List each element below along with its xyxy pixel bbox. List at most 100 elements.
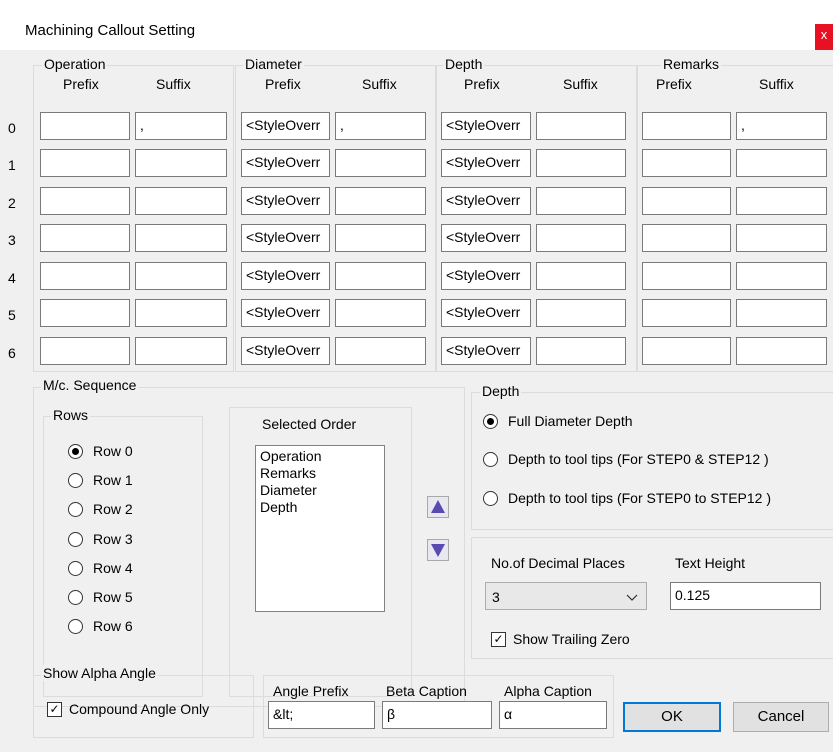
operation-prefix-input[interactable] bbox=[40, 337, 130, 365]
operation-prefix-input[interactable] bbox=[40, 224, 130, 252]
operation-prefix-input[interactable] bbox=[40, 149, 130, 177]
diameter-suffix-input[interactable] bbox=[335, 299, 426, 327]
row-6-radio[interactable] bbox=[68, 619, 83, 634]
row-1-radio[interactable] bbox=[68, 473, 83, 488]
depth-prefix-input[interactable]: <StyleOverr bbox=[441, 337, 531, 365]
row-0-radio[interactable] bbox=[68, 444, 83, 459]
remarks-suffix-input[interactable] bbox=[736, 187, 827, 215]
diameter-suffix-input[interactable] bbox=[335, 337, 426, 365]
operation-prefix-input[interactable] bbox=[40, 299, 130, 327]
diameter-prefix-input[interactable]: <StyleOverr bbox=[241, 149, 330, 177]
depth-suffix-input[interactable] bbox=[536, 149, 626, 177]
row-number: 3 bbox=[8, 232, 16, 248]
row-3-radio[interactable] bbox=[68, 532, 83, 547]
alpha-angle-group-label: Show Alpha Angle bbox=[41, 665, 158, 681]
depth-tool-tips-and-radio[interactable] bbox=[483, 452, 498, 467]
row-0-label[interactable]: Row 0 bbox=[93, 443, 133, 459]
depth-prefix-input[interactable]: <StyleOverr bbox=[441, 262, 531, 290]
depth-suffix-input[interactable] bbox=[536, 187, 626, 215]
diameter-prefix-input[interactable]: <StyleOverr bbox=[241, 112, 330, 140]
remarks-prefix-input[interactable] bbox=[642, 337, 731, 365]
trailing-zero-label[interactable]: Show Trailing Zero bbox=[513, 631, 630, 647]
selected-order-list[interactable]: Operation Remarks Diameter Depth bbox=[255, 445, 385, 612]
depth-suffix-input[interactable] bbox=[536, 262, 626, 290]
operation-prefix-input[interactable] bbox=[40, 262, 130, 290]
row-5-label[interactable]: Row 5 bbox=[93, 589, 133, 605]
operation-suffix-input[interactable] bbox=[135, 149, 227, 177]
depth-tool-tips-and-label[interactable]: Depth to tool tips (For STEP0 & STEP12 ) bbox=[508, 451, 769, 467]
operation-prefix-input[interactable] bbox=[40, 112, 130, 140]
sequence-group-label: M/c. Sequence bbox=[41, 377, 139, 393]
diameter-prefix-input[interactable]: <StyleOverr bbox=[241, 224, 330, 252]
text-height-input[interactable]: 0.125 bbox=[670, 582, 821, 610]
remarks-suffix-input[interactable] bbox=[736, 262, 827, 290]
diameter-suffix-input[interactable] bbox=[335, 187, 426, 215]
row-6-label[interactable]: Row 6 bbox=[93, 618, 133, 634]
alpha-caption-input[interactable]: α bbox=[499, 701, 607, 729]
remarks-suffix-input[interactable] bbox=[736, 149, 827, 177]
remarks-prefix-input[interactable] bbox=[642, 187, 731, 215]
remarks-suffix-input[interactable] bbox=[736, 299, 827, 327]
operation-suffix-input[interactable] bbox=[135, 337, 227, 365]
diameter-prefix-input[interactable]: <StyleOverr bbox=[241, 187, 330, 215]
row-5-radio[interactable] bbox=[68, 590, 83, 605]
remarks-prefix-input[interactable] bbox=[642, 149, 731, 177]
depth-tool-tips-to-label[interactable]: Depth to tool tips (For STEP0 to STEP12 … bbox=[508, 490, 771, 506]
depth-prefix-input[interactable]: <StyleOverr bbox=[441, 224, 531, 252]
trailing-zero-checkbox[interactable]: ✓ bbox=[491, 632, 506, 647]
beta-caption-input[interactable]: β bbox=[382, 701, 492, 729]
remarks-prefix-input[interactable] bbox=[642, 224, 731, 252]
operation-suffix-input[interactable] bbox=[135, 187, 227, 215]
operation-suffix-input[interactable]: , bbox=[135, 112, 227, 140]
list-item[interactable]: Remarks bbox=[260, 465, 384, 482]
compound-angle-label[interactable]: Compound Angle Only bbox=[69, 701, 209, 717]
operation-prefix-input[interactable] bbox=[40, 187, 130, 215]
row-3-label[interactable]: Row 3 bbox=[93, 531, 133, 547]
depth-prefix-input[interactable]: <StyleOverr bbox=[441, 149, 531, 177]
depth-suffix-input[interactable] bbox=[536, 337, 626, 365]
diameter-prefix-input[interactable]: <StyleOverr bbox=[241, 299, 330, 327]
remarks-prefix-input[interactable] bbox=[642, 299, 731, 327]
diameter-suffix-input[interactable] bbox=[335, 224, 426, 252]
operation-suffix-header: Suffix bbox=[156, 76, 191, 92]
depth-prefix-input[interactable]: <StyleOverr bbox=[441, 187, 531, 215]
list-item[interactable]: Depth bbox=[260, 499, 384, 516]
operation-suffix-input[interactable] bbox=[135, 299, 227, 327]
remarks-prefix-input[interactable] bbox=[642, 112, 731, 140]
diameter-suffix-input[interactable]: , bbox=[335, 112, 426, 140]
operation-suffix-input[interactable] bbox=[135, 262, 227, 290]
row-2-radio[interactable] bbox=[68, 502, 83, 517]
row-4-radio[interactable] bbox=[68, 561, 83, 576]
compound-angle-checkbox[interactable]: ✓ bbox=[47, 702, 62, 717]
list-item[interactable]: Operation bbox=[260, 448, 384, 465]
diameter-suffix-input[interactable] bbox=[335, 149, 426, 177]
diameter-prefix-input[interactable]: <StyleOverr bbox=[241, 337, 330, 365]
move-down-button[interactable] bbox=[427, 539, 449, 561]
remarks-suffix-input[interactable]: , bbox=[736, 112, 827, 140]
remarks-suffix-input[interactable] bbox=[736, 224, 827, 252]
depth-prefix-input[interactable]: <StyleOverr bbox=[441, 299, 531, 327]
move-up-button[interactable] bbox=[427, 496, 449, 518]
angle-prefix-input[interactable]: &lt; bbox=[268, 701, 375, 729]
row-1-label[interactable]: Row 1 bbox=[93, 472, 133, 488]
full-diameter-depth-label[interactable]: Full Diameter Depth bbox=[508, 413, 633, 429]
remarks-prefix-input[interactable] bbox=[642, 262, 731, 290]
ok-button[interactable]: OK bbox=[623, 702, 721, 732]
depth-suffix-input[interactable] bbox=[536, 299, 626, 327]
cancel-button[interactable]: Cancel bbox=[733, 702, 829, 732]
depth-callout-group-label: Depth bbox=[443, 56, 485, 72]
depth-tool-tips-to-radio[interactable] bbox=[483, 491, 498, 506]
depth-prefix-input[interactable]: <StyleOverr bbox=[441, 112, 531, 140]
diameter-suffix-input[interactable] bbox=[335, 262, 426, 290]
depth-suffix-input[interactable] bbox=[536, 224, 626, 252]
row-4-label[interactable]: Row 4 bbox=[93, 560, 133, 576]
depth-suffix-input[interactable] bbox=[536, 112, 626, 140]
diameter-prefix-input[interactable]: <StyleOverr bbox=[241, 262, 330, 290]
decimal-places-select[interactable]: 3 bbox=[485, 582, 647, 610]
row-2-label[interactable]: Row 2 bbox=[93, 501, 133, 517]
list-item[interactable]: Diameter bbox=[260, 482, 384, 499]
operation-suffix-input[interactable] bbox=[135, 224, 227, 252]
full-diameter-depth-radio[interactable] bbox=[483, 414, 498, 429]
close-button[interactable]: x bbox=[815, 24, 833, 50]
remarks-suffix-input[interactable] bbox=[736, 337, 827, 365]
